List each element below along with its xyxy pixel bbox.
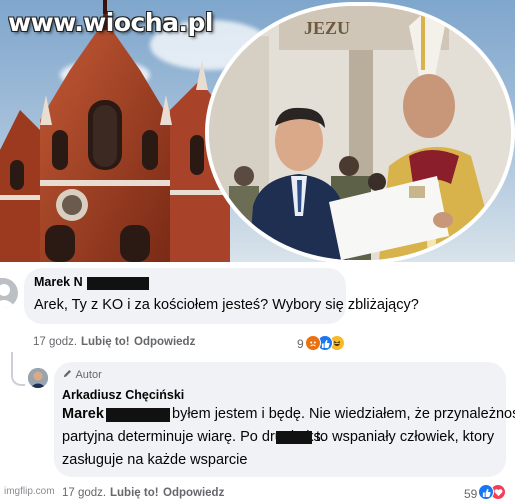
comment-reply-button[interactable]: Odpowiedz <box>134 336 195 348</box>
reply-author[interactable]: Arkadiusz Chęciński <box>62 388 184 402</box>
ceremony-photo: JEZU <box>205 2 515 262</box>
reply-time[interactable]: 17 godz. <box>62 487 106 499</box>
comment-text: Arek, Ty z KO i za kościołem jesteś? Wyb… <box>34 297 419 313</box>
comment-like-button[interactable]: Lubię to! <box>81 336 130 348</box>
imgflip-watermark: imgflip.com <box>4 486 55 497</box>
like-reaction-icon <box>478 484 494 500</box>
redaction-bar <box>106 408 170 422</box>
user-silhouette-icon <box>0 284 16 308</box>
commenter-avatar[interactable] <box>0 278 18 308</box>
wiocha-watermark: www.wiocha.pl <box>8 8 213 37</box>
reply-thread-line <box>11 352 25 386</box>
reply-reaction-count[interactable]: 59 <box>464 487 477 500</box>
reply-text-line-1-rest: byłem jestem i będę. Nie wiedziałem, że … <box>172 406 515 422</box>
author-badge-label: Autor <box>75 369 102 381</box>
angry-reaction-icon <box>305 335 321 351</box>
comment-author[interactable]: Marek N <box>34 275 83 289</box>
comment-bubble: Marek N Arek, Ty z KO i za kościołem jes… <box>24 268 419 324</box>
reply-bubble: Autor Arkadiusz Chęciński Marek N byłem … <box>54 362 515 477</box>
reply-author-avatar[interactable] <box>28 368 48 388</box>
comment-reaction-count[interactable]: 9 <box>297 337 304 351</box>
reply-text-line-3: zasługuje na każde wsparcie <box>62 452 248 468</box>
comment-time[interactable]: 17 godz. <box>33 336 77 348</box>
pen-icon <box>63 370 71 378</box>
redaction-bar <box>276 431 312 444</box>
reply-like-button[interactable]: Lubię to! <box>110 487 159 499</box>
author-badge: Autor <box>62 368 102 381</box>
reply-text-line-2b: to wspaniały człowiek, ktory <box>316 429 495 445</box>
profile-photo-icon <box>28 368 48 388</box>
post-photo[interactable]: www.wiocha.pl JEZU <box>0 0 515 262</box>
reply-reply-button[interactable]: Odpowiedz <box>163 487 224 499</box>
redaction-bar <box>87 277 149 290</box>
banner-text: JEZU <box>304 18 350 38</box>
